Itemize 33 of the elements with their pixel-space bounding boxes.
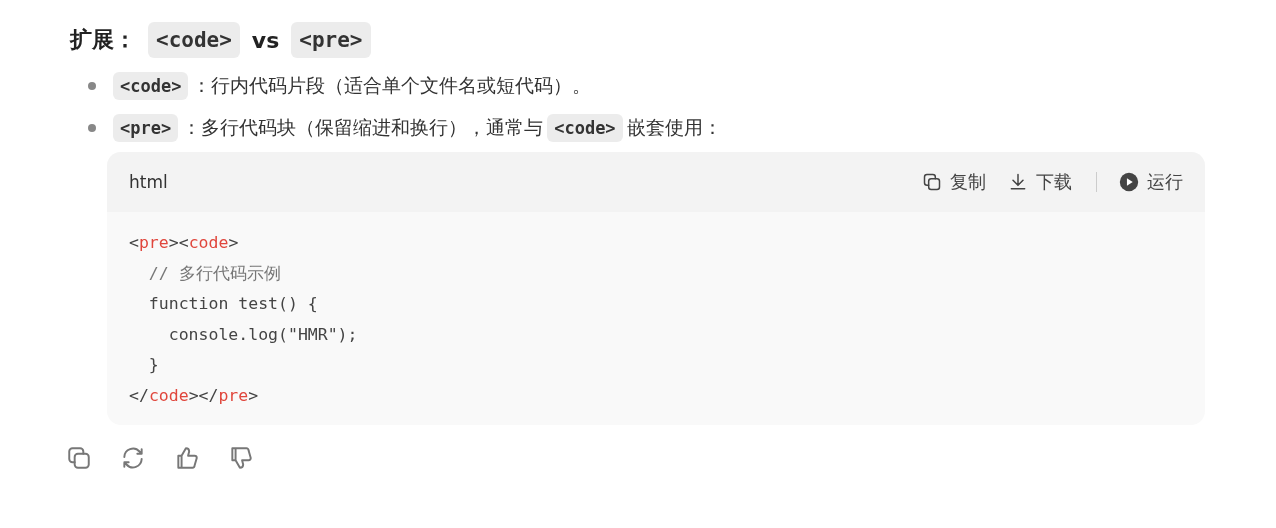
download-button[interactable]: 下载 xyxy=(1008,170,1072,194)
bullet-dot xyxy=(88,82,96,90)
inline-code: <code> xyxy=(113,72,189,100)
bullet-text: ：行内代码片段（适合单个文件名或短代码）。 xyxy=(191,73,593,98)
inline-code: <code> xyxy=(547,114,623,142)
code-line: console.log("HMR"); xyxy=(167,323,358,346)
bullet-text: ：多行代码块（保留缩进和换行），通常与 xyxy=(181,115,545,140)
inline-code: <code> xyxy=(148,22,240,58)
code-line: function test() { xyxy=(147,293,318,315)
like-button[interactable] xyxy=(174,445,200,471)
play-icon xyxy=(1119,172,1139,192)
run-button[interactable]: 运行 xyxy=(1119,170,1183,194)
code-line: } xyxy=(147,354,159,376)
thumbs-down-icon xyxy=(228,445,254,471)
copy-button[interactable]: 复制 xyxy=(922,170,986,194)
inline-code: <pre> xyxy=(113,114,179,142)
code-line: </code></pre> xyxy=(129,384,259,407)
regenerate-button[interactable] xyxy=(120,445,146,471)
bullet-text: 嵌套使用： xyxy=(625,115,723,140)
code-line: <pre><code> xyxy=(129,232,239,254)
copy-button[interactable] xyxy=(66,445,92,471)
language-label: html xyxy=(129,172,169,192)
thumbs-up-icon xyxy=(174,445,200,471)
heading-text: vs xyxy=(250,27,281,53)
copy-icon xyxy=(922,172,942,192)
dislike-button[interactable] xyxy=(228,445,254,471)
heading-text: 扩展： xyxy=(68,26,137,54)
inline-code: <pre> xyxy=(291,22,371,58)
bullet-dot xyxy=(88,124,96,132)
refresh-icon xyxy=(120,445,146,471)
code-line: // 多行代码示例 xyxy=(147,262,281,285)
copy-icon xyxy=(66,445,92,471)
download-icon xyxy=(1008,172,1028,192)
